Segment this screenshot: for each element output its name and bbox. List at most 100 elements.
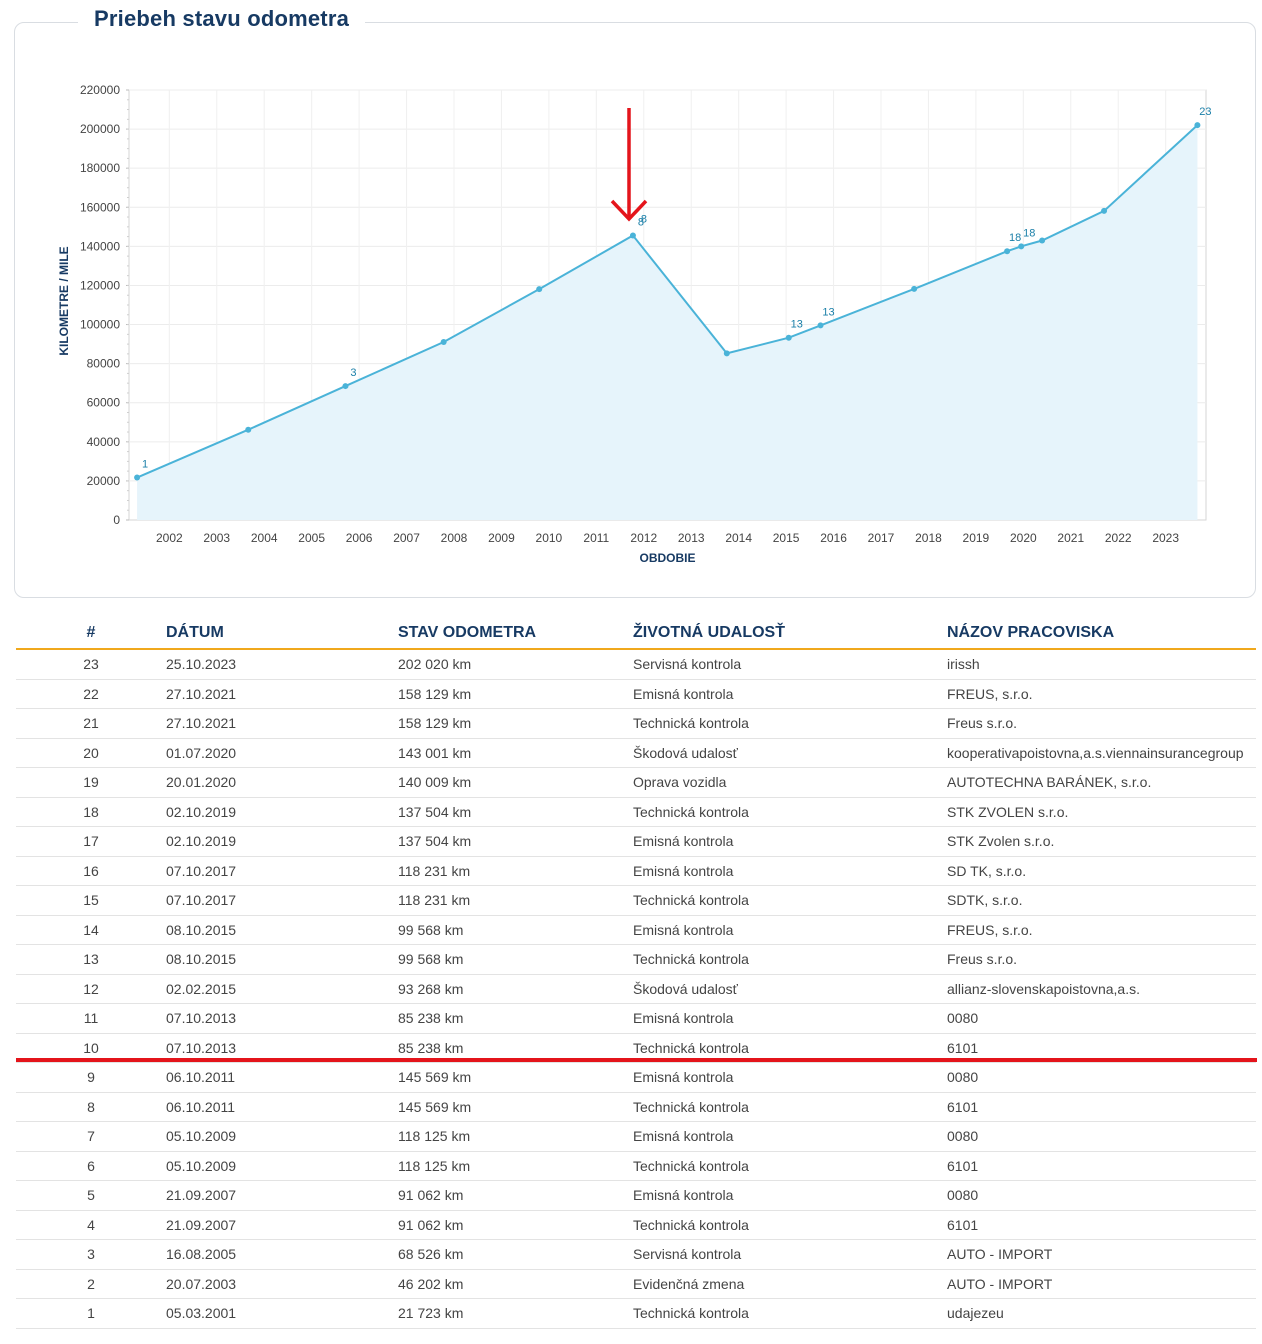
table-row: 14 08.10.2015 99 568 km Emisná kontrola FREU…: [16, 915, 1256, 945]
col-header-workplace: NÁZOV PRACOVISKA: [947, 617, 1256, 650]
row-date: 21.09.2007: [166, 1210, 398, 1240]
row-number: 7: [16, 1121, 166, 1152]
data-point-label: 18: [1009, 232, 1021, 244]
row-odometer: 21 723 km: [398, 1298, 633, 1329]
row-number: 16: [16, 856, 166, 886]
row-event: Technická kontrola: [633, 944, 947, 975]
row-event: Škodová udalosť: [633, 738, 947, 768]
y-tick-label: 0: [113, 513, 120, 527]
row-odometer: 91 062 km: [398, 1210, 633, 1240]
data-point: [1194, 122, 1201, 129]
row-event: Emisná kontrola: [633, 915, 947, 945]
table-row: 7 05.10.2009 118 125 km Emisná kontrola 0080: [16, 1121, 1256, 1152]
table-row: 12 02.02.2015 93 268 km Škodová udalosť alli…: [16, 974, 1256, 1004]
row-date: 06.10.2011: [166, 1092, 398, 1122]
row-workplace: 6101: [947, 1151, 1256, 1181]
row-date: 07.10.2017: [166, 885, 398, 916]
table-row: 20 01.07.2020 143 001 km Škodová udalosť koo…: [16, 738, 1256, 768]
row-date: 01.07.2020: [166, 738, 398, 768]
table-row: 17 02.10.2019 137 504 km Emisná kontrola STK…: [16, 826, 1256, 857]
row-odometer: 140 009 km: [398, 767, 633, 798]
row-odometer: 118 125 km: [398, 1151, 633, 1181]
row-workplace: AUTOTECHNA BARÁNEK, s.r.o.: [947, 767, 1256, 798]
x-tick-label: 2008: [441, 531, 468, 545]
row-number: 1: [16, 1298, 166, 1329]
x-tick-label: 2003: [203, 531, 230, 545]
row-number: 17: [16, 826, 166, 857]
x-tick-label: 2012: [630, 531, 657, 545]
y-tick-label: 40000: [87, 435, 121, 449]
row-odometer: 158 129 km: [398, 708, 633, 739]
y-tick-label: 180000: [80, 161, 120, 175]
table-row: 18 02.10.2019 137 504 km Technická kontrola…: [16, 797, 1256, 827]
row-workplace: FREUS, s.r.o.: [947, 679, 1256, 709]
row-workplace: 6101: [947, 1092, 1256, 1122]
row-odometer: 118 231 km: [398, 885, 633, 916]
row-workplace: Freus s.r.o.: [947, 944, 1256, 975]
row-date: 08.10.2015: [166, 944, 398, 975]
x-tick-label: 2021: [1057, 531, 1084, 545]
x-tick-label: 2004: [251, 531, 278, 545]
row-workplace: STK ZVOLEN s.r.o.: [947, 797, 1256, 827]
table-row: 5 21.09.2007 91 062 km Emisná kontrola 0080: [16, 1180, 1256, 1211]
data-point: [1039, 237, 1046, 244]
table-row: 19 20.01.2020 140 009 km Oprava vozidla AUTO…: [16, 767, 1256, 798]
row-number: 21: [16, 708, 166, 739]
row-workplace: STK Zvolen s.r.o.: [947, 826, 1256, 857]
x-tick-label: 2007: [393, 531, 420, 545]
table-row: 15 07.10.2017 118 231 km Technická kontrola…: [16, 885, 1256, 916]
row-odometer: 145 569 km: [398, 1092, 633, 1122]
data-point: [723, 350, 730, 357]
table-row: 4 21.09.2007 91 062 km Technická kontrola 61…: [16, 1210, 1256, 1240]
row-number: 11: [16, 1003, 166, 1034]
row-odometer: 137 504 km: [398, 826, 633, 857]
row-odometer: 85 238 km: [398, 1003, 633, 1034]
row-date: 02.10.2019: [166, 797, 398, 827]
data-point: [440, 339, 447, 346]
row-event: Technická kontrola: [633, 1092, 947, 1122]
row-workplace: 0080: [947, 1003, 1256, 1034]
data-point: [817, 322, 824, 329]
y-tick-label: 120000: [80, 278, 120, 292]
row-odometer: 99 568 km: [398, 944, 633, 975]
row-event: Technická kontrola: [633, 1210, 947, 1240]
row-event: Technická kontrola: [633, 1151, 947, 1181]
data-point-label: 13: [822, 306, 834, 318]
row-number: 20: [16, 738, 166, 768]
row-event: Emisná kontrola: [633, 679, 947, 709]
data-point: [342, 383, 349, 390]
odometer-chart: 0 20000 40000 60000 80000 100000 120000 140000 1…: [57, 83, 1212, 565]
table-row: 2 20.07.2003 46 202 km Evidenčná zmena AUTO …: [16, 1269, 1256, 1299]
col-header-number: #: [16, 617, 166, 650]
row-odometer: 145 569 km: [398, 1062, 633, 1093]
row-event: Technická kontrola: [633, 797, 947, 827]
table-row: 21 27.10.2021 158 129 km Technická kontrola…: [16, 708, 1256, 739]
row-event: Technická kontrola: [633, 708, 947, 739]
x-tick-label: 2009: [488, 531, 515, 545]
y-tick-label: 60000: [87, 396, 121, 410]
row-number: 19: [16, 767, 166, 798]
row-number: 8: [16, 1092, 166, 1122]
row-number: 4: [16, 1210, 166, 1240]
x-tick-label: 2013: [678, 531, 705, 545]
row-odometer: 143 001 km: [398, 738, 633, 768]
table-row: 11 07.10.2013 85 238 km Emisná kontrola 0080: [16, 1003, 1256, 1034]
row-date: 06.10.2011: [166, 1062, 398, 1093]
row-number: 18: [16, 797, 166, 827]
row-event: Emisná kontrola: [633, 1180, 947, 1211]
row-number: 14: [16, 915, 166, 945]
row-odometer: 158 129 km: [398, 679, 633, 709]
col-header-date: DÁTUM: [166, 617, 398, 650]
row-date: 08.10.2015: [166, 915, 398, 945]
row-event: Oprava vozidla: [633, 767, 947, 798]
x-tick-label: 2006: [346, 531, 373, 545]
row-event: Emisná kontrola: [633, 1003, 947, 1034]
row-event: Servisná kontrola: [633, 649, 947, 680]
row-number: 22: [16, 679, 166, 709]
row-number: 3: [16, 1239, 166, 1270]
x-tick-label: 2023: [1152, 531, 1179, 545]
row-event: Emisná kontrola: [633, 1121, 947, 1152]
data-point-label: 3: [350, 367, 356, 379]
table-row: 1 05.03.2001 21 723 km Technická kontrola ud…: [16, 1298, 1256, 1329]
row-date: 25.10.2023: [166, 649, 398, 680]
